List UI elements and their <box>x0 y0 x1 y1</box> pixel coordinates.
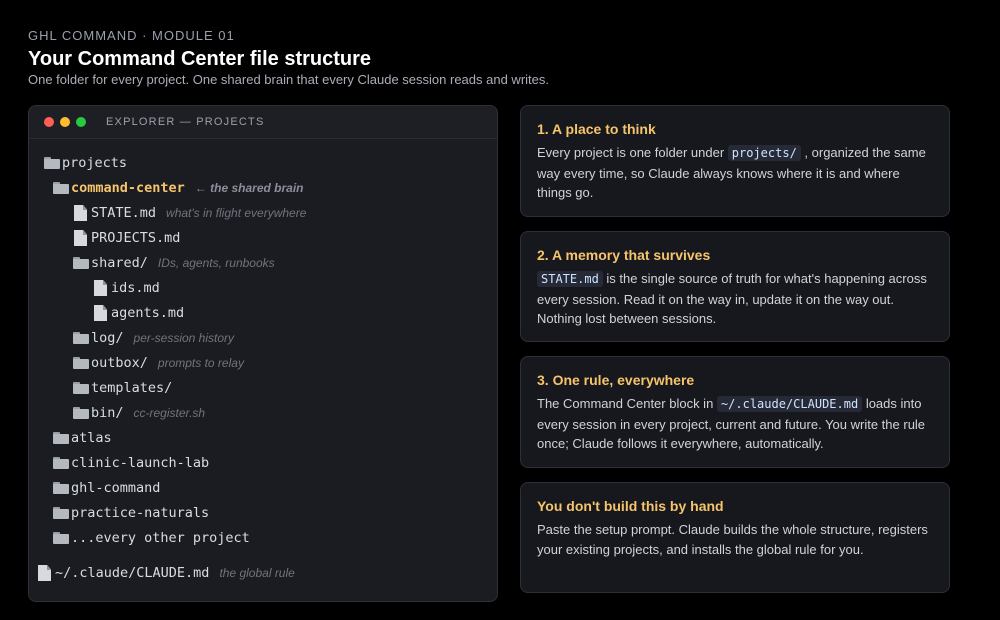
tree-item-every-other-project[interactable]: ...every other project <box>53 526 250 550</box>
tree-item-agents-md[interactable]: agents.md <box>94 301 184 325</box>
tree-item-name: PROJECTS.md <box>91 230 181 246</box>
folder-icon <box>53 507 69 519</box>
tree-item-name: projects <box>62 155 128 171</box>
card-body: The Command Center block in ~/.claude/CL… <box>537 394 933 454</box>
card-title: You don't build this by hand <box>537 498 724 514</box>
tree-item-name: templates/ <box>91 380 173 396</box>
tree-item-note: prompts to relay <box>157 356 244 370</box>
card-title: 1. A place to think <box>537 121 656 137</box>
tree-item-global-claude-md[interactable]: ~/.claude/CLAUDE.md the global rule <box>38 561 295 585</box>
card-body-text: Every project is one folder under <box>537 145 728 160</box>
close-window-dot-icon[interactable] <box>44 117 54 127</box>
tree-item-name: ~/.claude/CLAUDE.md <box>55 565 210 581</box>
tree-item-practice-naturals[interactable]: practice-naturals <box>53 501 209 525</box>
card-body: STATE.md is the single source of truth f… <box>537 269 933 329</box>
file-icon <box>74 230 87 246</box>
card-memory-that-survives: 2. A memory that survives STATE.md is th… <box>520 231 950 342</box>
inline-code: STATE.md <box>537 271 603 287</box>
tree-item-note: cc-register.sh <box>133 406 206 420</box>
inline-code: projects/ <box>727 145 801 161</box>
tree-item-ids-md[interactable]: ids.md <box>94 276 160 300</box>
tree-item-atlas[interactable]: atlas <box>53 426 112 450</box>
minimize-window-dot-icon[interactable] <box>60 117 70 127</box>
folder-icon <box>53 457 69 469</box>
page-subtitle: One folder for every project. One shared… <box>28 72 549 87</box>
tree-item-name: shared/ <box>91 255 148 271</box>
card-place-to-think: 1. A place to think Every project is one… <box>520 105 950 217</box>
tree-item-shared[interactable]: shared/ IDs, agents, runbooks <box>73 251 275 275</box>
folder-icon <box>73 407 89 419</box>
tree-item-note: IDs, agents, runbooks <box>157 256 275 270</box>
tree-item-name: atlas <box>71 430 112 446</box>
folder-icon <box>73 382 89 394</box>
folder-icon <box>53 532 69 544</box>
file-icon <box>94 305 107 321</box>
tree-item-name: bin/ <box>91 405 124 421</box>
card-body: Paste the setup prompt. Claude builds th… <box>537 520 933 559</box>
tree-item-name: ghl-command <box>71 480 161 496</box>
tree-item-projects-md[interactable]: PROJECTS.md <box>74 226 180 250</box>
tree-item-clinic-launch-lab[interactable]: clinic-launch-lab <box>53 451 209 475</box>
page: GHL COMMAND · MODULE 01 Your Command Cen… <box>0 0 1000 620</box>
tree-item-name: ids.md <box>111 280 160 296</box>
tree-item-name: log/ <box>91 330 124 346</box>
file-icon <box>74 205 87 221</box>
card-one-rule-everywhere: 3. One rule, everywhere The Command Cent… <box>520 356 950 468</box>
card-title: 3. One rule, everywhere <box>537 372 695 388</box>
folder-icon <box>73 357 89 369</box>
tree-item-note: the global rule <box>219 566 295 580</box>
tree-item-note: per-session history <box>133 331 235 345</box>
tree-item-name: ...every other project <box>71 530 250 546</box>
folder-icon <box>44 157 60 169</box>
tree-item-ghl-command[interactable]: ghl-command <box>53 476 160 500</box>
tree-item-name: agents.md <box>111 305 185 321</box>
card-body-text: The Command Center block in <box>537 396 717 411</box>
folder-icon <box>73 332 89 344</box>
tree-item-state-md[interactable]: STATE.md what's in flight everywhere <box>74 201 306 225</box>
card-body-text: Paste the setup prompt. Claude builds th… <box>537 522 928 557</box>
explorer-title-bar: EXPLORER — PROJECTS <box>29 106 497 139</box>
tree-item-name: STATE.md <box>91 205 157 221</box>
tree-item-name: command-center <box>71 180 185 196</box>
maximize-window-dot-icon[interactable] <box>76 117 86 127</box>
tree-item-command-center[interactable]: command-center ← the shared brain <box>53 176 304 200</box>
file-icon <box>38 565 51 581</box>
tree-item-note: ← the shared brain <box>194 181 304 195</box>
card-body: Every project is one folder under projec… <box>537 143 933 203</box>
page-title: Your Command Center file structure <box>28 48 372 70</box>
folder-icon <box>53 432 69 444</box>
tree-item-log[interactable]: log/ per-session history <box>73 326 234 350</box>
tree-item-name: practice-naturals <box>71 505 210 521</box>
tree-item-templates[interactable]: templates/ <box>73 376 172 400</box>
tree-item-projects[interactable]: projects <box>44 151 127 175</box>
module-eyebrow: GHL COMMAND · MODULE 01 <box>28 28 235 43</box>
file-icon <box>94 280 107 296</box>
tree-item-outbox[interactable]: outbox/ prompts to relay <box>73 351 244 375</box>
folder-icon <box>53 482 69 494</box>
tree-item-bin[interactable]: bin/ cc-register.sh <box>73 401 205 425</box>
tree-item-name: outbox/ <box>91 355 148 371</box>
tree-item-note: what's in flight everywhere <box>166 206 307 220</box>
card-title: 2. A memory that survives <box>537 247 711 263</box>
tree-item-name: clinic-launch-lab <box>71 455 210 471</box>
explorer-label: EXPLORER — PROJECTS <box>106 116 265 128</box>
folder-icon <box>73 257 89 269</box>
card-dont-build-by-hand: You don't build this by hand Paste the s… <box>520 482 950 593</box>
explorer-panel: EXPLORER — PROJECTS projects command-cen… <box>28 105 498 602</box>
folder-icon <box>53 182 69 194</box>
inline-code: ~/.claude/CLAUDE.md <box>716 396 863 412</box>
